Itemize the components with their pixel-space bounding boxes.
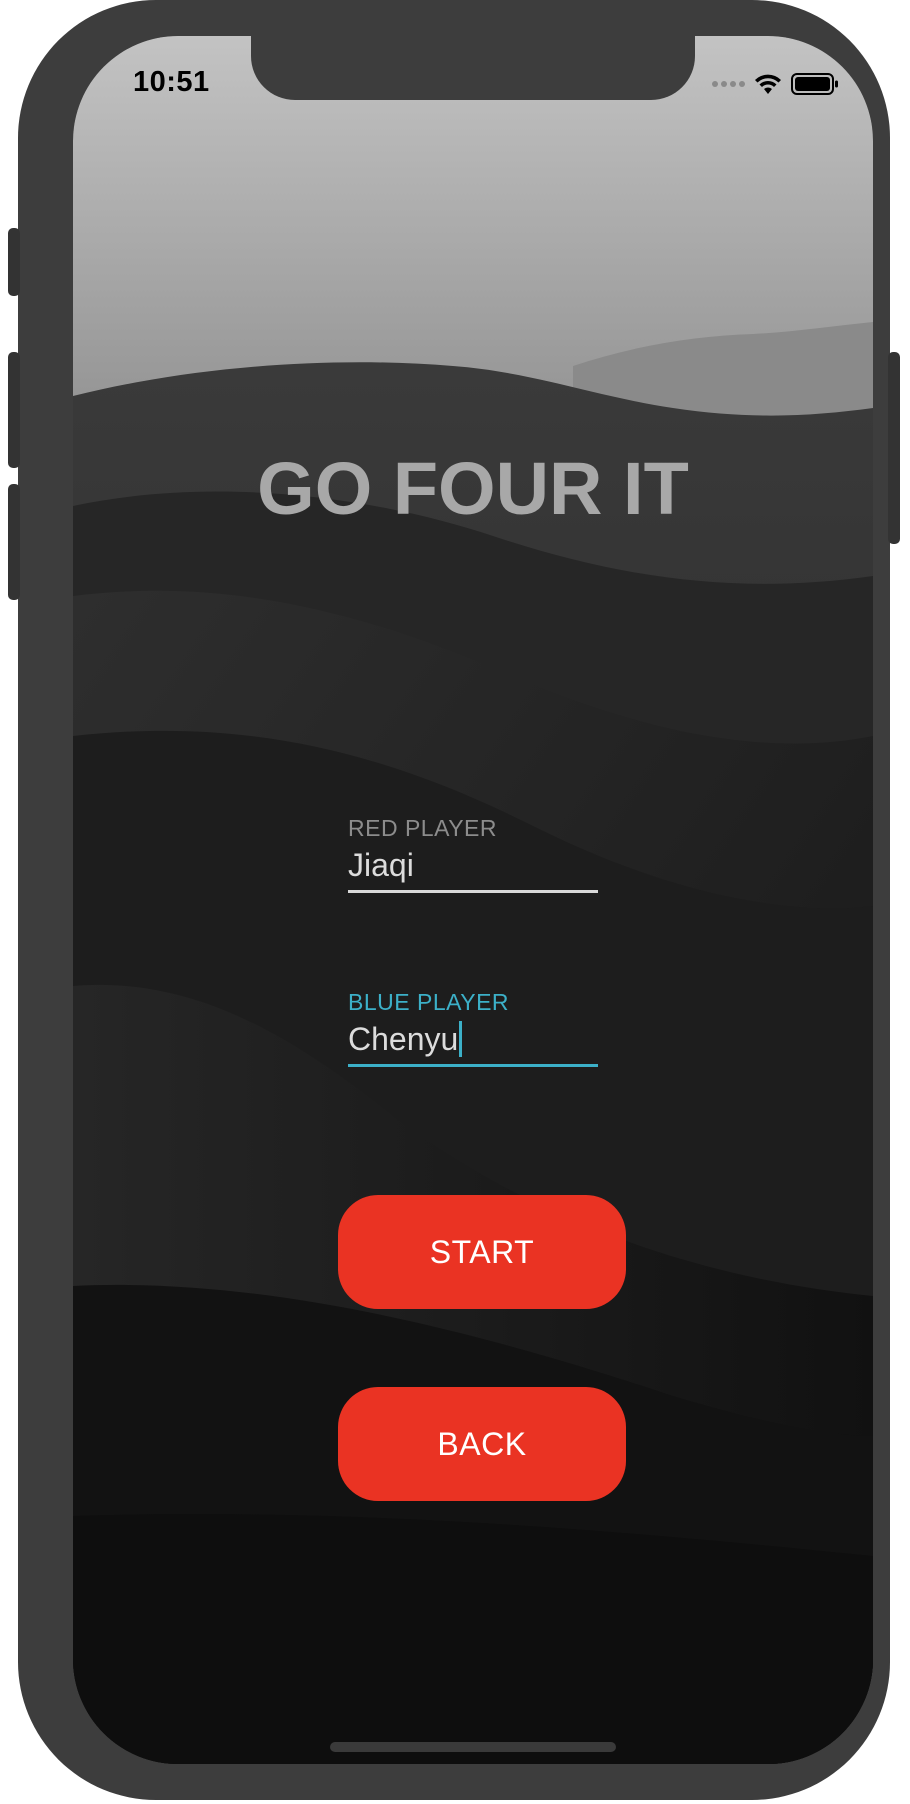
wifi-icon (755, 74, 781, 94)
blue-player-input[interactable]: Chenyu (348, 1018, 598, 1060)
blue-player-label: BLUE PLAYER (348, 989, 510, 1015)
power-button (888, 352, 900, 544)
text-cursor (459, 1021, 463, 1057)
volume-down-button (8, 484, 20, 600)
battery-icon (791, 73, 838, 95)
desert-dunes-background (73, 36, 873, 1764)
red-player-label: RED PLAYER (348, 815, 498, 841)
home-indicator[interactable] (330, 1742, 616, 1752)
red-player-field: RED PLAYER Jiaqi (348, 814, 598, 893)
screen: 10:51 GO FOUR IT RED PLAYER Jiaqi BLUE P… (73, 36, 873, 1764)
start-button[interactable]: START (338, 1195, 626, 1309)
blue-player-underline (348, 1064, 598, 1067)
phone-frame: 10:51 GO FOUR IT RED PLAYER Jiaqi BLUE P… (8, 0, 900, 1800)
status-time: 10:51 (133, 66, 210, 98)
status-icons (712, 72, 839, 96)
red-player-value: Jiaqi (348, 847, 414, 883)
red-player-input[interactable]: Jiaqi (348, 844, 598, 886)
blue-player-field: BLUE PLAYER Chenyu (348, 988, 598, 1067)
mute-switch (8, 228, 20, 296)
device-notch (251, 36, 695, 100)
cellular-signal-icon (712, 81, 745, 87)
back-button[interactable]: BACK (338, 1387, 626, 1501)
volume-up-button (8, 352, 20, 468)
blue-player-value: Chenyu (348, 1021, 459, 1057)
red-player-underline (348, 890, 598, 893)
app-title: GO FOUR IT (257, 447, 689, 530)
